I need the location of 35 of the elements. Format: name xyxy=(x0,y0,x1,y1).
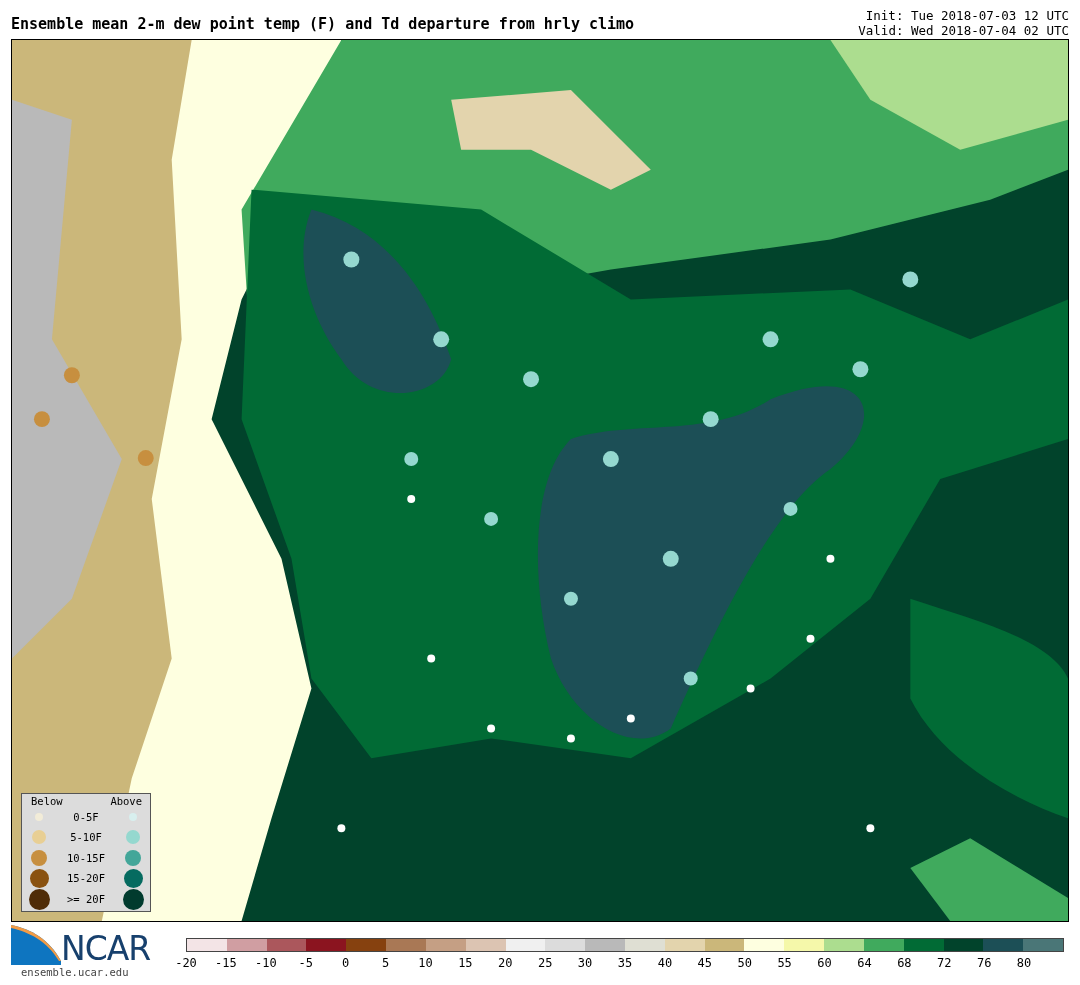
tick-label: 25 xyxy=(537,956,553,970)
tick-label: 20 xyxy=(498,956,513,970)
tick-label: 40 xyxy=(657,956,673,970)
website-url: ensemble.ucar.edu xyxy=(20,965,130,979)
plot-title: Ensemble mean 2-m dew point temp (F) and Td departure from hrly climo xyxy=(11,15,635,35)
tick-label: 64 xyxy=(857,956,872,970)
logo-wordmark: NCAR xyxy=(61,933,151,965)
tick-label: 30 xyxy=(577,956,593,970)
tick-label: -10 xyxy=(254,956,277,970)
init-time: Init: Tue 2018-07-03 12 UTC xyxy=(864,8,1069,23)
legend-heading: Above xyxy=(110,794,142,807)
legend-heading: Below xyxy=(31,794,63,807)
legend-label: >= 20F xyxy=(66,893,106,905)
tick-label: 50 xyxy=(737,956,752,970)
tick-label: 0 xyxy=(342,956,350,970)
tick-label: 76 xyxy=(976,956,992,970)
tick-label: 15 xyxy=(458,956,473,970)
tick-label: -15 xyxy=(215,956,237,970)
tick-label: -20 xyxy=(175,956,197,970)
tick-label: 35 xyxy=(617,956,633,970)
tick-label: 72 xyxy=(937,956,952,970)
tick-label: 55 xyxy=(777,956,792,970)
tick-label: 45 xyxy=(697,956,713,970)
tick-label: 60 xyxy=(817,956,832,970)
legend-label: 0-5F xyxy=(72,810,100,823)
tick-label: -5 xyxy=(298,956,313,970)
tick-label: 10 xyxy=(418,956,433,970)
legend-label: 10-15F xyxy=(66,851,106,864)
legend-label: 15-20F xyxy=(66,872,106,885)
tick-label: 68 xyxy=(897,956,912,970)
tick-label: 80 xyxy=(1016,956,1032,970)
tick-label: 5 xyxy=(381,956,390,970)
swoosh-icon xyxy=(11,925,61,965)
valid-time: Valid: Wed 2018-07-04 02 UTC xyxy=(858,23,1069,38)
legend-label: 5-10F xyxy=(69,831,103,844)
